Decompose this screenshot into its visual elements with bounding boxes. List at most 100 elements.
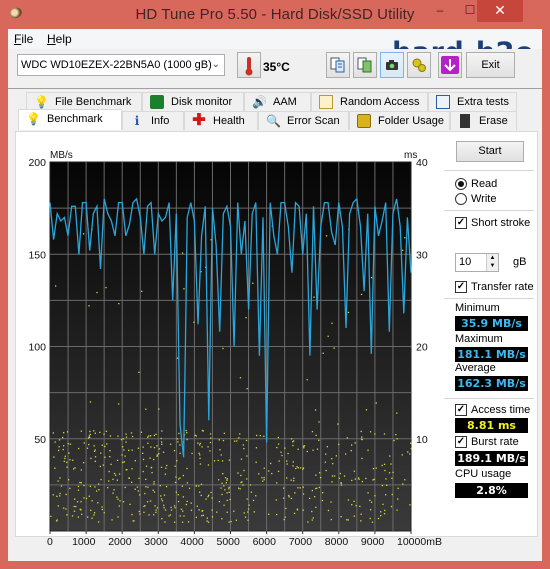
spin-arrows-icon[interactable]: ▲ ▼ [486, 254, 498, 271]
tab-aam[interactable]: 🔊 AAM [244, 92, 311, 111]
tab-error-scan[interactable]: 🔍 Error Scan [258, 111, 349, 130]
access-time-point [65, 493, 67, 496]
access-time-point [180, 508, 183, 510]
access-time-point [129, 503, 131, 505]
burst-rate-checkbox[interactable]: ✓ Burst rate [455, 435, 519, 449]
access-time-point [331, 475, 334, 477]
x-tick-label: 0 [47, 536, 53, 548]
access-time-point [383, 433, 386, 435]
access-time-point [122, 438, 125, 440]
tab-label: AAM [273, 96, 297, 108]
maximum-value: 181.1 MB/s [455, 347, 528, 362]
access-time-point [397, 498, 399, 500]
access-time-point [137, 490, 139, 492]
read-radio[interactable]: Read [455, 177, 497, 191]
access-time-point [213, 460, 216, 462]
access-time-point [230, 520, 232, 523]
access-time-point [174, 507, 176, 509]
y2-tick-label: 30 [416, 249, 428, 261]
access-time-outlier [138, 371, 140, 373]
title-bar[interactable]: HD Tune Pro 5.50 - Hard Disk/SSD Utility… [0, 0, 550, 29]
access-time-value: 8.81 ms [455, 418, 528, 433]
tab-random-access[interactable]: Random Access [311, 92, 428, 111]
access-time-point [99, 431, 101, 433]
access-time-point [292, 444, 294, 447]
access-time-point [90, 509, 92, 511]
access-time-point [270, 462, 272, 465]
access-time-point [106, 443, 108, 445]
access-time-point [196, 505, 198, 507]
access-time-outlier [246, 388, 248, 390]
tab-info[interactable]: i Info [122, 111, 184, 130]
access-time-point [58, 449, 60, 452]
access-time-point [170, 509, 173, 511]
tab-extra-tests[interactable]: Extra tests [428, 92, 517, 111]
tab-erase[interactable]: Erase [450, 111, 517, 130]
info-icon: i [134, 114, 140, 128]
access-time-point [174, 521, 176, 523]
tab-disk-monitor[interactable]: Disk monitor [142, 92, 244, 111]
tab-folder-usage[interactable]: Folder Usage [349, 111, 450, 130]
access-time-point [98, 489, 100, 491]
short-stroke-size-input[interactable]: 10 ▲ ▼ [455, 253, 499, 272]
access-time-outlier [370, 277, 373, 279]
exit-button[interactable]: Exit [466, 52, 515, 78]
transfer-rate-checkbox[interactable]: ✓ Transfer rate [455, 280, 534, 294]
tab-benchmark[interactable]: 💡 Benchmark [18, 109, 122, 130]
access-time-outlier [88, 305, 90, 307]
access-time-point [121, 454, 123, 456]
menu-file[interactable]: File [14, 32, 33, 46]
options-button[interactable] [407, 52, 431, 78]
access-time-point [276, 482, 278, 484]
minimize-button[interactable]: – [425, 0, 455, 22]
access-time-point [380, 515, 382, 517]
access-time-outlier [375, 402, 377, 404]
copy-text-button[interactable] [326, 52, 350, 78]
access-time-point [369, 499, 371, 501]
menu-help-label: elp [55, 32, 72, 46]
access-time-outlier [145, 408, 147, 410]
access-time-point [142, 458, 145, 461]
access-time-point [162, 451, 165, 453]
access-time-outlier [327, 335, 329, 337]
access-time-point [63, 460, 65, 462]
access-time-point [228, 521, 230, 523]
access-time-point [150, 435, 152, 437]
access-time-point [206, 520, 208, 522]
save-button[interactable] [438, 52, 462, 78]
access-time-point [100, 478, 102, 481]
screenshot-button[interactable] [380, 52, 404, 78]
short-stroke-checkbox[interactable]: ✓ Short stroke [455, 216, 530, 230]
access-time-outlier [313, 296, 315, 298]
access-time-point [331, 481, 333, 483]
start-button[interactable]: Start [456, 141, 524, 162]
access-time-point [290, 497, 293, 500]
access-time-point [220, 454, 222, 456]
access-time-point [134, 460, 136, 462]
write-radio[interactable]: Write [455, 192, 496, 206]
access-time-point [72, 459, 74, 461]
access-time-outlier [176, 357, 179, 359]
access-time-checkbox[interactable]: ✓ Access time [455, 403, 530, 417]
drive-select[interactable]: WDC WD10EZEX-22BN5A0 (1000 gB) ⌄ [17, 54, 225, 76]
access-time-point [173, 505, 176, 507]
tab-health[interactable]: ✚ Health [184, 111, 258, 130]
access-time-point [198, 452, 200, 454]
access-time-point [79, 481, 81, 484]
access-time-point [87, 516, 89, 518]
access-time-point [382, 503, 384, 505]
access-time-point [150, 446, 152, 448]
access-time-point [369, 431, 372, 433]
copy-screenshot-button[interactable] [353, 52, 377, 78]
access-time-point [156, 455, 158, 457]
temperature-button[interactable] [237, 52, 261, 78]
menu-help[interactable]: Help [47, 32, 72, 46]
close-button[interactable]: ✕ [477, 0, 523, 22]
access-time-point [163, 494, 166, 496]
average-label: Average [455, 362, 496, 374]
folder-icon [357, 114, 371, 128]
access-time-point [76, 501, 79, 503]
access-time-point [63, 507, 65, 509]
access-time-point [89, 430, 91, 433]
access-time-point [351, 504, 353, 506]
